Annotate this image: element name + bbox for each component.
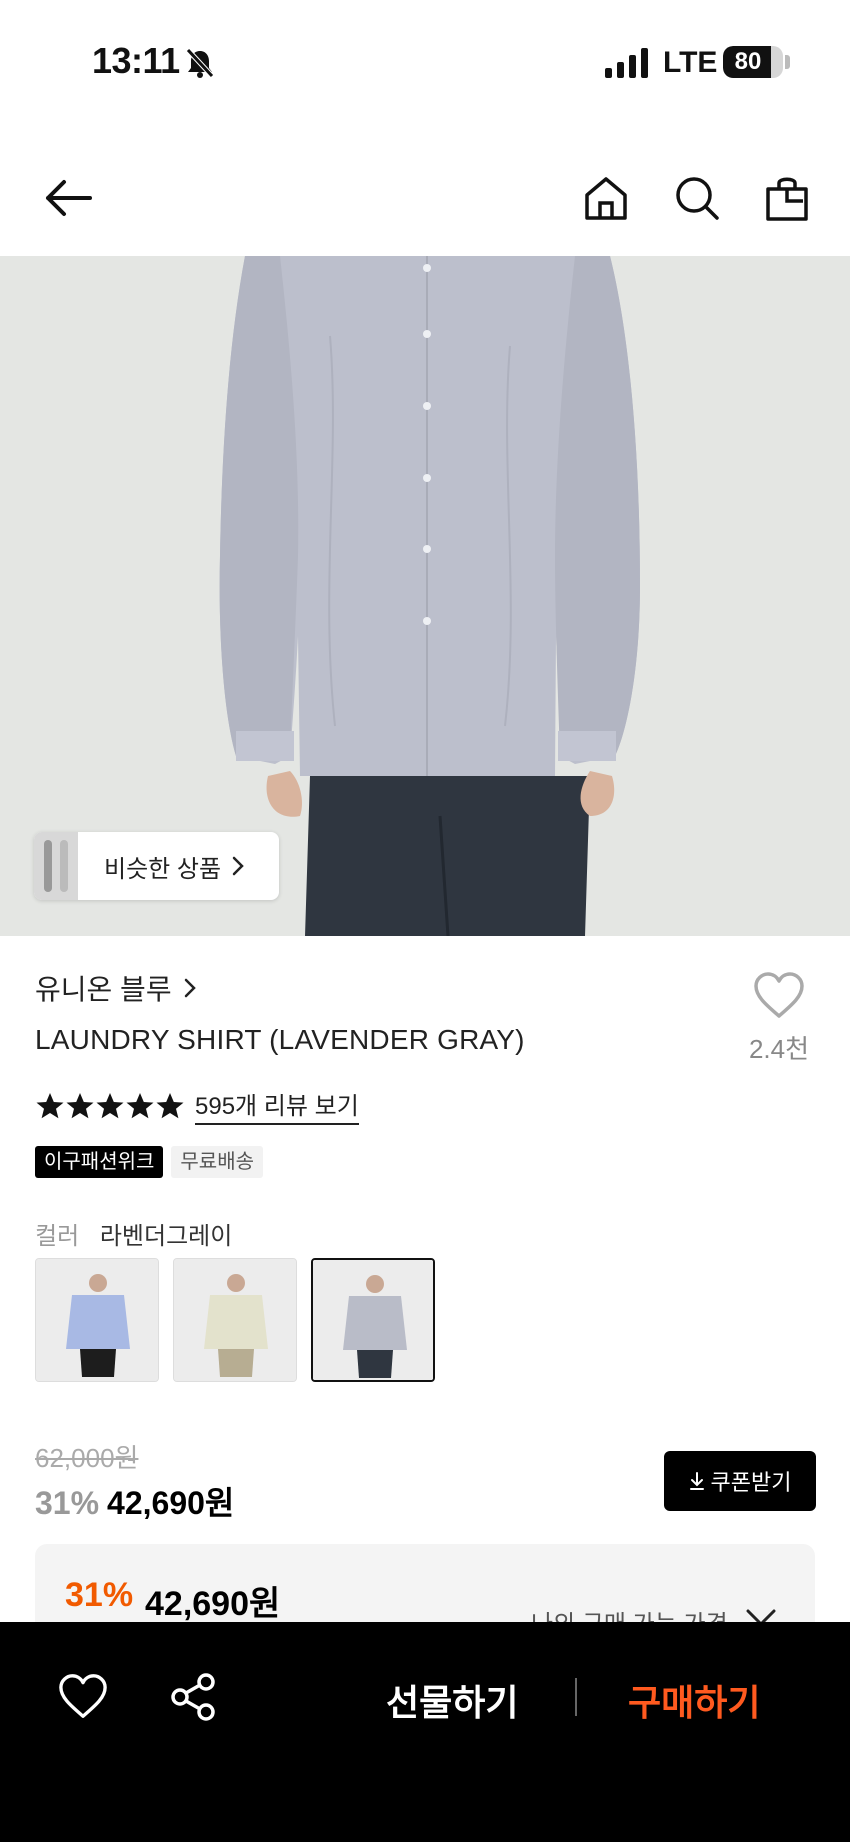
shopping-bag-icon: [766, 177, 808, 221]
bottom-action-bar: 선물하기 구매하기: [0, 1622, 850, 1842]
coupon-button[interactable]: 쿠폰받기: [664, 1451, 816, 1511]
home-button[interactable]: [576, 168, 636, 228]
brand-name: 유니온 블루: [35, 974, 172, 1005]
divider: [575, 1678, 577, 1716]
swatch-thumbnail: [36, 1259, 158, 1381]
price-row: 31% 42,690원: [35, 1478, 234, 1524]
status-time: 13:11: [92, 40, 180, 81]
status-bar: 13:11 LTE 80: [0, 0, 850, 125]
color-swatch[interactable]: [35, 1258, 159, 1382]
my-price: 42,690원: [145, 1585, 281, 1623]
discount-rate: 31%: [35, 1485, 100, 1521]
download-icon: [689, 1472, 704, 1490]
color-row: 컬러 라벤더그레이: [35, 1216, 232, 1251]
chevron-right-icon: [232, 856, 244, 876]
heart-icon: [754, 972, 804, 1018]
share-icon[interactable]: [168, 1672, 218, 1722]
similar-products-button[interactable]: 비슷한 상품: [34, 832, 279, 900]
arrow-left-icon: [46, 180, 92, 216]
battery-cap: [785, 55, 790, 69]
rating-stars: [35, 1091, 185, 1121]
event-badge: 이구패션위크: [35, 1146, 164, 1178]
star-icon: [96, 1092, 124, 1118]
nav-header: [0, 140, 850, 256]
swatch-thumbnail: [313, 1260, 433, 1380]
network-label: LTE: [663, 46, 718, 79]
similar-products-label: 비슷한 상품: [104, 855, 222, 883]
rating-row: 595개 리뷰 보기: [35, 1086, 359, 1125]
search-icon: [676, 177, 719, 220]
sale-price: 42,690원: [107, 1485, 235, 1521]
star-icon: [36, 1092, 64, 1118]
color-swatch[interactable]: [173, 1258, 297, 1382]
wishlist-heart-icon[interactable]: [58, 1672, 108, 1722]
star-icon: [126, 1092, 154, 1118]
home-icon: [585, 177, 627, 220]
search-button[interactable]: [667, 168, 727, 228]
signal-icon: [605, 48, 648, 78]
star-icon: [156, 1092, 184, 1118]
like-button[interactable]: 2.4천: [738, 972, 820, 1066]
buy-button[interactable]: 구매하기: [628, 1674, 760, 1726]
my-discount-rate: 31%: [65, 1576, 134, 1614]
original-price: 62,000원: [35, 1443, 139, 1473]
like-count: 2.4천: [748, 1034, 810, 1064]
color-swatches: [35, 1258, 435, 1382]
bell-muted-icon: [186, 48, 214, 78]
battery-text: 80: [734, 48, 762, 75]
badges: 이구패션위크 무료배송: [35, 1146, 264, 1178]
swatch-thumbnail: [174, 1259, 296, 1381]
color-value: 라벤더그레이: [99, 1223, 233, 1250]
product-title: LAUNDRY SHIRT (LAVENDER GRAY): [35, 1024, 525, 1055]
color-label: 컬러: [35, 1223, 80, 1250]
shopping-bag-button[interactable]: [757, 168, 817, 228]
color-swatch[interactable]: [311, 1258, 435, 1382]
free-shipping-badge: 무료배송: [171, 1146, 264, 1178]
brand-link[interactable]: 유니온 블루: [35, 968, 200, 1008]
review-link[interactable]: 595개 리뷰 보기: [195, 1086, 359, 1125]
coupon-label: 쿠폰받기: [710, 1470, 792, 1495]
battery-indicator: 80: [723, 46, 783, 78]
chevron-right-icon: [184, 978, 196, 998]
back-button[interactable]: [38, 168, 98, 228]
similar-thumbnail: [34, 832, 78, 900]
star-icon: [66, 1092, 94, 1118]
gift-button[interactable]: 선물하기: [386, 1674, 518, 1726]
